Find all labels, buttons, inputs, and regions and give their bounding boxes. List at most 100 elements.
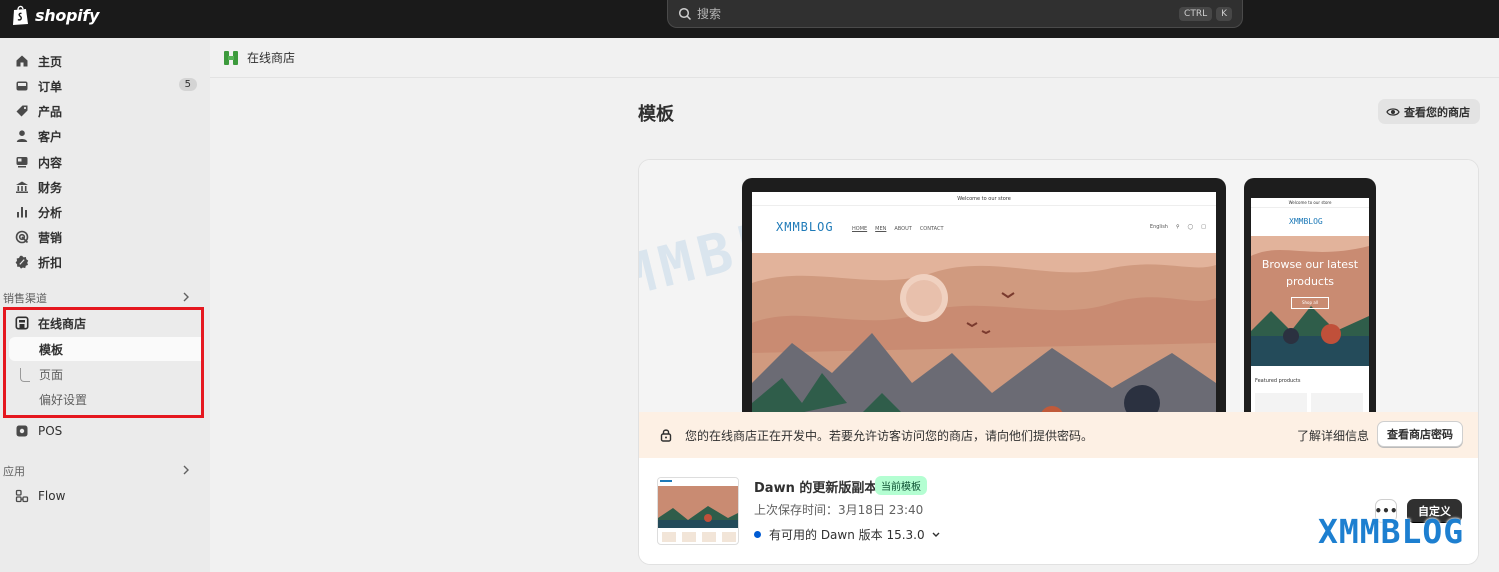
sidebar-item-label: 折扣 [38,255,63,270]
theme-preview[interactable]: XMMBLOG Welcome to our store XMMBLOG HOM… [639,160,1478,418]
content-icon [14,154,30,170]
laptop-preview: Welcome to our store XMMBLOG HOME MEN AB… [742,178,1226,418]
sidebar-item-marketing[interactable]: 营销 [0,225,205,249]
site-cart-icon: □ [1201,224,1206,230]
phone-site-logo: XMMBLOG [1289,217,1323,226]
site-nav-contact: CONTACT [919,226,944,232]
sidebar-item-home[interactable]: 主页 [0,49,205,73]
tag-icon [14,103,30,119]
apps-label: 应用 [3,465,25,478]
view-store-button[interactable]: 查看您的商店 [1378,99,1480,124]
pos-icon [14,423,30,439]
view-store-label: 查看您的商店 [1404,105,1470,119]
update-available-dropdown[interactable]: 有可用的 Dawn 版本 15.3.0 [754,526,941,543]
site-header-right: English ⚲ ◯ □ [1150,224,1206,230]
featured-products-label: Featured products [1255,378,1301,384]
laptop-screen: Welcome to our store XMMBLOG HOME MEN AB… [752,192,1216,418]
theme-name: Dawn 的更新版副本 [754,481,878,496]
current-theme-badge: 当前模板 [875,476,927,495]
sidebar-item-label: Flow [38,489,66,503]
bank-icon [14,179,30,195]
shortcut-ctrl-key: CTRL [1179,6,1213,21]
main-content: 在线商店 模板 查看您的商店 XMMBLOG Welcome to our st… [210,38,1499,572]
site-nav-home: HOME [852,226,868,232]
update-dot-icon [754,531,761,538]
sidebar-item-label: 主页 [38,54,63,69]
logo-text: shopify [35,5,100,25]
shortcut-k-key: K [1216,6,1232,21]
search-placeholder: 搜索 [697,7,722,21]
site-header: XMMBLOG HOME MEN ABOUT CONTACT English ⚲… [752,206,1216,252]
corner-watermark: XMMBLOG [1318,512,1490,564]
search-bar[interactable]: 搜索 CTRL K [667,0,1243,28]
phone-screen: Welcome to our store XMMBLOG Browse our … [1251,198,1369,418]
last-saved-text: 上次保存时间：3月18日 23:40 [754,503,924,517]
target-icon [14,229,30,245]
hero-illustration [752,253,1216,418]
sidebar-item-finance[interactable]: 财务 [0,175,205,199]
shopify-logo[interactable]: shopify [12,4,99,26]
flow-icon [14,488,30,504]
password-notice: 您的在线商店正在开发中。若要允许访客访问您的商店，请向他们提供密码。 了解详细信… [639,412,1478,458]
sidebar-item-discounts[interactable]: 折扣 [0,250,205,274]
phone-shop-button: Shop all [1291,297,1329,309]
sidebar-item-label: 订单 [38,79,63,94]
sidebar-item-customers[interactable]: 客户 [0,124,205,148]
sales-channels-label: 销售渠道 [3,292,47,305]
sidebar-item-analytics[interactable]: 分析 [0,200,205,224]
sidebar: 主页 订单 5 产品 客户 内容 财务 分析 营销 折扣 销售渠道 在线商店 模… [0,38,210,572]
sidebar-item-content[interactable]: 内容 [0,150,205,174]
inbox-icon [14,78,30,94]
sidebar-item-label: 营销 [38,230,63,245]
site-nav-about: ABOUT [894,226,912,232]
phone-header: XMMBLOG [1251,208,1369,236]
phone-preview: Welcome to our store XMMBLOG Browse our … [1244,178,1376,418]
theme-thumbnail[interactable] [657,477,739,545]
phone-announcement-bar: Welcome to our store [1251,198,1369,208]
sidebar-item-products[interactable]: 产品 [0,99,205,123]
announcement-bar: Welcome to our store [752,192,1216,206]
language-selector: English [1149,224,1168,230]
home-icon [14,53,30,69]
learn-more-link[interactable]: 了解详细信息 [1297,427,1369,444]
corner-watermark-text: XMMBLOG [1318,512,1465,551]
lock-icon [659,428,673,442]
site-nav-men: MEN [875,226,887,232]
site-nav: HOME MEN ABOUT CONTACT [852,226,944,232]
person-icon [14,128,30,144]
eye-icon [1386,105,1400,119]
sidebar-item-label: 分析 [38,205,63,220]
theme-card: XMMBLOG Welcome to our store XMMBLOG HOM… [638,159,1479,565]
apps-heading[interactable]: 应用 [3,462,203,480]
page-title: 模板 [638,104,674,125]
chevron-right-icon [181,291,191,306]
site-search-icon: ⚲ [1175,224,1180,230]
update-text: 有可用的 Dawn 版本 15.3.0 [769,528,925,542]
phone-hero-text: Browse our latest products [1261,258,1359,288]
orders-count-badge: 5 [178,78,197,91]
notice-text: 您的在线商店正在开发中。若要允许访客访问您的商店，请向他们提供密码。 [685,428,1094,443]
sidebar-item-label: 客户 [38,129,63,144]
view-password-button[interactable]: 查看商店密码 [1377,421,1463,447]
sidebar-item-label: POS [38,424,63,438]
search-icon [678,7,692,21]
highlight-annotation-box [3,307,204,418]
chevron-right-icon [181,464,191,479]
sidebar-item-orders[interactable]: 订单 5 [0,74,205,98]
online-store-icon [223,50,239,66]
top-bar: shopify 搜索 CTRL K [0,0,1499,38]
chevron-down-icon [931,528,941,542]
sales-channels-heading[interactable]: 销售渠道 [3,289,203,307]
sidebar-item-flow[interactable]: Flow [0,484,205,508]
discount-icon [14,254,30,270]
shopify-bag-icon [12,4,30,26]
sidebar-item-label: 财务 [38,180,63,195]
sidebar-item-pos[interactable]: POS [0,419,205,443]
site-logo: XMMBLOG [776,220,834,234]
sidebar-item-label: 内容 [38,155,63,170]
sidebar-item-label: 产品 [38,104,63,119]
breadcrumb-label[interactable]: 在线商店 [247,49,295,66]
site-account-icon: ◯ [1187,224,1194,230]
breadcrumb: 在线商店 [210,38,1499,78]
bar-chart-icon [14,204,30,220]
